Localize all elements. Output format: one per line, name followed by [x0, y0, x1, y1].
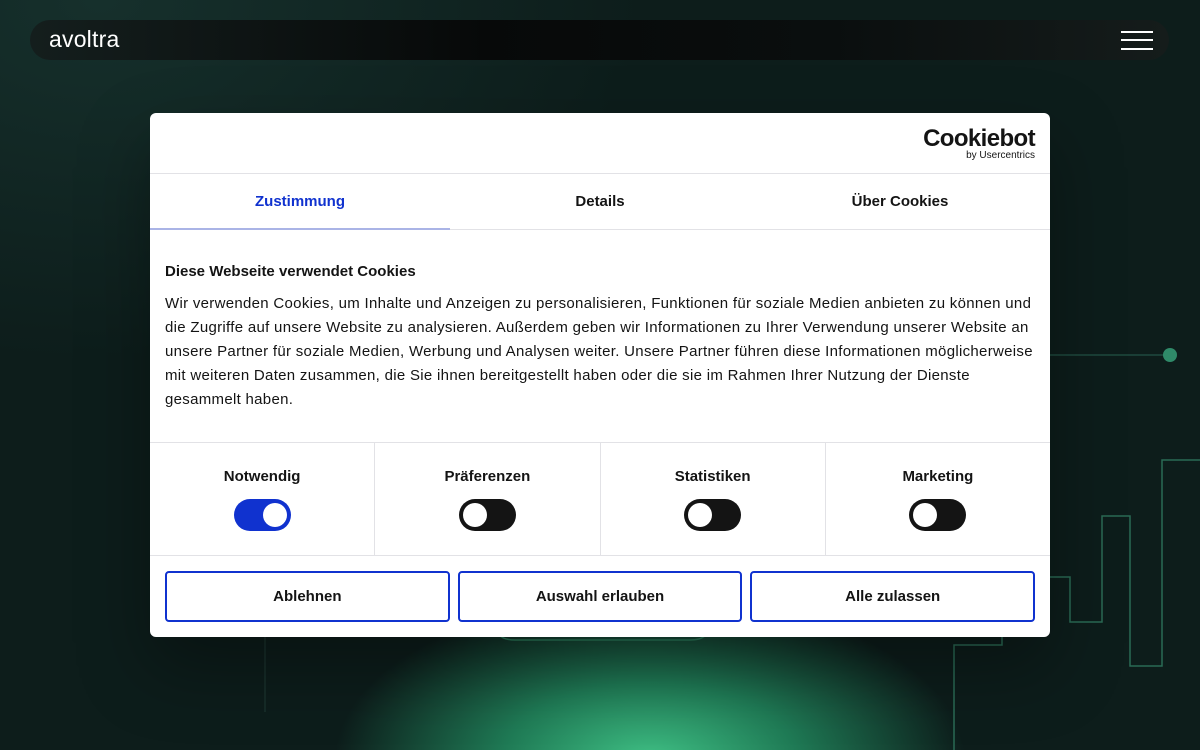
- hamburger-menu-icon[interactable]: [1121, 30, 1153, 50]
- consent-body-text: Wir verwenden Cookies, um Inhalte und An…: [165, 295, 1033, 408]
- logo[interactable]: avoltra: [49, 26, 119, 53]
- cookiebot-logo-tagline: by Usercentrics: [966, 150, 1035, 161]
- consent-content: Diese Webseite verwendet Cookies Wir ver…: [150, 230, 1050, 442]
- tab-zustimmung[interactable]: Zustimmung: [150, 174, 450, 230]
- category-label: Statistiken: [674, 468, 751, 485]
- allow-all-button[interactable]: Alle zulassen: [750, 571, 1036, 622]
- consent-categories: Notwendig Präferenzen Statistiken Market…: [150, 442, 1050, 556]
- consent-heading: Diese Webseite verwendet Cookies: [165, 263, 416, 280]
- dialog-header: Cookiebot by Usercentrics: [150, 113, 1050, 174]
- category-praeferenzen: Präferenzen: [375, 443, 601, 555]
- toggle-statistiken[interactable]: [684, 499, 742, 531]
- category-label: Marketing: [902, 468, 974, 485]
- toggle-marketing[interactable]: [909, 499, 967, 531]
- allow-selection-button[interactable]: Auswahl erlauben: [457, 571, 743, 622]
- consent-tabs: Zustimmung Details Über Cookies: [150, 174, 1050, 230]
- toggle-notwendig[interactable]: [233, 499, 291, 531]
- toggle-knob: [262, 503, 287, 527]
- decline-button[interactable]: Ablehnen: [165, 571, 450, 622]
- category-notwendig: Notwendig: [150, 443, 376, 555]
- consent-actions: Ablehnen Auswahl erlauben Alle zulassen: [150, 556, 1050, 622]
- cookie-consent-dialog: Cookiebot by Usercentrics Zustimmung Det…: [150, 113, 1050, 637]
- toggle-knob: [462, 503, 487, 527]
- top-navbar: avoltra: [30, 20, 1169, 60]
- cookiebot-logo-name: Cookiebot: [923, 125, 1036, 152]
- category-marketing: Marketing: [826, 443, 1050, 555]
- toggle-praeferenzen[interactable]: [458, 499, 516, 531]
- category-label: Präferenzen: [444, 468, 531, 485]
- cookiebot-logo: Cookiebot by Usercentrics: [923, 125, 1036, 161]
- toggle-knob: [913, 503, 938, 527]
- toggle-knob: [688, 503, 713, 527]
- tab-details[interactable]: Details: [450, 174, 750, 229]
- category-label: Notwendig: [223, 468, 301, 485]
- tab-ueber-cookies[interactable]: Über Cookies: [750, 174, 1050, 229]
- category-statistiken: Statistiken: [601, 443, 826, 555]
